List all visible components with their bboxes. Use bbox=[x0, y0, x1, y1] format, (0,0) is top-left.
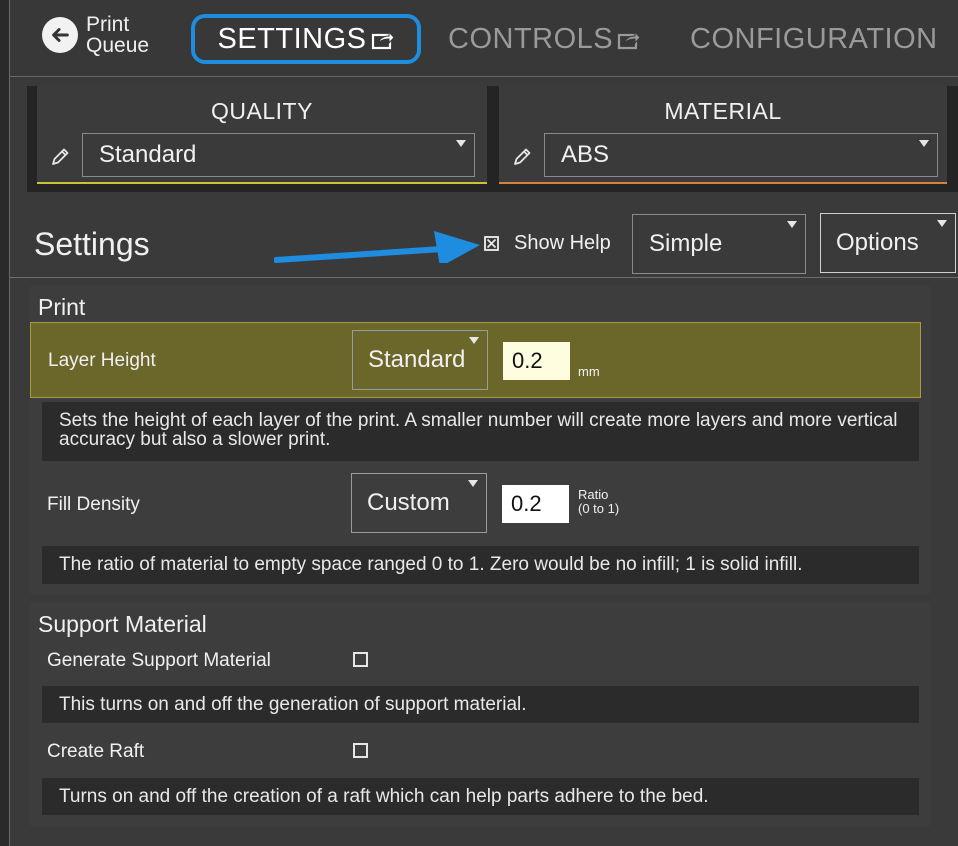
tab-configuration-label: CONFIGURATION bbox=[690, 22, 938, 55]
popout-icon bbox=[371, 30, 395, 50]
layer-height-help: Sets the height of each layer of the pri… bbox=[42, 402, 919, 461]
annotation-arrow-icon bbox=[274, 231, 480, 263]
print-queue-label: Print Queue bbox=[86, 14, 149, 56]
chevron-down-icon bbox=[469, 337, 479, 344]
fill-density-unit-line2: (0 to 1) bbox=[578, 501, 620, 516]
layer-height-preset-select[interactable]: Standard bbox=[352, 330, 488, 390]
fill-density-unit: Ratio (0 to 1) bbox=[578, 488, 619, 516]
create-raft-label: Create Raft bbox=[47, 741, 145, 762]
pencil-icon[interactable] bbox=[49, 146, 71, 168]
support-section-title: Support Material bbox=[38, 611, 207, 637]
material-selected-value: ABS bbox=[561, 141, 610, 168]
chevron-down-icon bbox=[937, 220, 947, 227]
layer-height-help-text: Sets the height of each layer of the pri… bbox=[59, 410, 898, 450]
fill-density-preset-value: Custom bbox=[367, 489, 450, 516]
create-raft-help: Turns on and off the creation of a raft … bbox=[42, 778, 919, 815]
top-navigation: Print Queue SETTINGS CONTROLS CONFIGURAT… bbox=[10, 0, 958, 80]
pencil-icon[interactable] bbox=[511, 146, 533, 168]
nav-divider bbox=[10, 76, 958, 77]
show-help-toggle[interactable]: Show Help bbox=[484, 232, 611, 255]
layer-height-row: Layer Height Standard 0.2 mm bbox=[30, 322, 921, 398]
fill-density-row: Fill Density Custom 0.2 Ratio (0 to 1) bbox=[30, 472, 921, 536]
quality-select[interactable]: Standard bbox=[82, 133, 475, 177]
print-section: Print Layer Height Standard 0.2 mm Sets … bbox=[30, 286, 930, 594]
layer-height-input[interactable]: 0.2 bbox=[503, 342, 570, 380]
chevron-down-icon bbox=[787, 221, 797, 228]
fill-density-input[interactable]: 0.2 bbox=[502, 485, 569, 523]
settings-mode-value: Simple bbox=[649, 230, 723, 257]
layer-height-preset-value: Standard bbox=[368, 346, 466, 373]
checkbox-checked-icon[interactable] bbox=[484, 236, 499, 251]
create-raft-checkbox[interactable] bbox=[353, 743, 368, 758]
tab-settings[interactable]: SETTINGS bbox=[191, 14, 421, 64]
options-label: Options bbox=[836, 229, 919, 256]
print-queue-label-line2: Queue bbox=[86, 34, 150, 57]
fill-density-value: 0.2 bbox=[511, 491, 542, 516]
quality-material-panel: QUALITY Standard MATERIAL ABS bbox=[27, 86, 958, 192]
fill-density-unit-line1: Ratio bbox=[578, 487, 609, 502]
options-button[interactable]: Options bbox=[820, 213, 956, 273]
quality-box: QUALITY Standard bbox=[37, 86, 487, 184]
settings-title: Settings bbox=[34, 226, 150, 262]
support-material-section: Support Material Generate Support Materi… bbox=[30, 602, 930, 826]
settings-header: Settings Show Help Simple Options bbox=[10, 208, 958, 278]
print-section-title: Print bbox=[38, 294, 86, 320]
tab-controls-label: CONTROLS bbox=[448, 22, 614, 55]
print-queue-back-button[interactable]: Print Queue bbox=[42, 14, 149, 56]
fill-density-help-text: The ratio of material to empty space ran… bbox=[59, 554, 803, 575]
layer-height-unit: mm bbox=[578, 364, 600, 379]
back-arrow-icon bbox=[42, 17, 78, 53]
layer-height-label: Layer Height bbox=[48, 350, 156, 371]
chevron-down-icon bbox=[456, 140, 466, 147]
generate-support-help: This turns on and off the generation of … bbox=[42, 686, 919, 723]
show-help-label: Show Help bbox=[514, 232, 611, 254]
tab-controls[interactable]: CONTROLS bbox=[448, 14, 641, 64]
tab-configuration[interactable]: CONFIGURATION bbox=[690, 14, 938, 64]
chevron-down-icon bbox=[468, 480, 478, 487]
fill-density-help: The ratio of material to empty space ran… bbox=[42, 546, 919, 584]
material-title: MATERIAL bbox=[664, 98, 782, 124]
tab-settings-label: SETTINGS bbox=[217, 22, 367, 55]
layer-height-value: 0.2 bbox=[512, 348, 543, 373]
generate-support-checkbox[interactable] bbox=[353, 652, 368, 667]
fill-density-label: Fill Density bbox=[47, 494, 140, 515]
quality-selected-value: Standard bbox=[99, 141, 197, 168]
quality-title: QUALITY bbox=[211, 98, 313, 124]
fill-density-preset-select[interactable]: Custom bbox=[351, 473, 487, 533]
create-raft-help-text: Turns on and off the creation of a raft … bbox=[59, 786, 709, 807]
settings-mode-select[interactable]: Simple bbox=[632, 214, 806, 274]
chevron-down-icon bbox=[919, 140, 929, 147]
popout-icon bbox=[618, 30, 641, 50]
material-select[interactable]: ABS bbox=[544, 133, 938, 177]
settings-divider bbox=[10, 277, 958, 278]
material-box: MATERIAL ABS bbox=[499, 86, 947, 184]
print-queue-label-line1: Print bbox=[86, 13, 130, 36]
generate-support-help-text: This turns on and off the generation of … bbox=[59, 694, 527, 715]
generate-support-label: Generate Support Material bbox=[47, 650, 271, 671]
window-left-edge bbox=[0, 0, 10, 846]
